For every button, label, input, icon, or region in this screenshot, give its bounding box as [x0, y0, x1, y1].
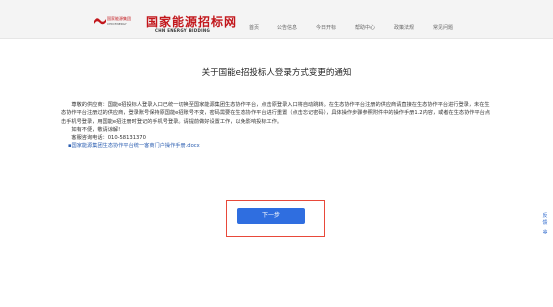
notice-paragraph: 尊敬的供应商：国能e招投标人登录入口已统一切换至国家能源集团生态协作平台，点击原…: [61, 102, 491, 125]
chn-energy-logo[interactable]: 国家能源集团 CHN ENERGY: [94, 15, 136, 35]
hotline-number: 010-58131370: [107, 135, 146, 142]
chn-energy-emblem-icon: [94, 18, 106, 25]
nav-home[interactable]: 首页: [249, 24, 259, 31]
nav-policies[interactable]: 政策法规: [394, 24, 414, 31]
site-header: 国家能源集团 CHN ENERGY 国家能源招标网 CHN ENERGY BID…: [0, 0, 553, 39]
attachment-row: ▪国家能源集团生态协作平台统一客商门户操作手册.docx: [61, 142, 493, 150]
nav-announcements[interactable]: 公告信息: [277, 24, 297, 31]
notice-body: 尊敬的供应商：国能e招投标人登录入口已统一切换至国家能源集团生态协作平台，点击原…: [61, 101, 493, 151]
nav-faq[interactable]: 常见问题: [433, 24, 453, 31]
feedback-label[interactable]: 反馈: [542, 213, 548, 227]
notice-title: 关于国能e招投标人登录方式变更的通知: [201, 68, 352, 78]
site-subtitle: CHN ENERGY BIDDING: [155, 28, 211, 33]
hotline-label: 客服咨询电话：: [71, 135, 108, 142]
nav-help-center[interactable]: 帮助中心: [355, 24, 375, 31]
side-toolbar: 反馈 ✲: [539, 213, 551, 243]
notice-apology: 如有不便，敬请谅解!: [71, 126, 121, 133]
logo-en-text: CHN ENERGY: [107, 22, 127, 26]
settings-icon[interactable]: ✲: [539, 229, 551, 236]
nav-todays-bid-opening[interactable]: 今日开标: [316, 24, 336, 31]
next-button[interactable]: 下一步: [237, 208, 305, 224]
attachment-link[interactable]: 国家能源集团生态协作平台统一客商门户操作手册.docx: [72, 143, 200, 149]
notice-hotline: 客服咨询电话：010-58131370: [61, 134, 493, 142]
